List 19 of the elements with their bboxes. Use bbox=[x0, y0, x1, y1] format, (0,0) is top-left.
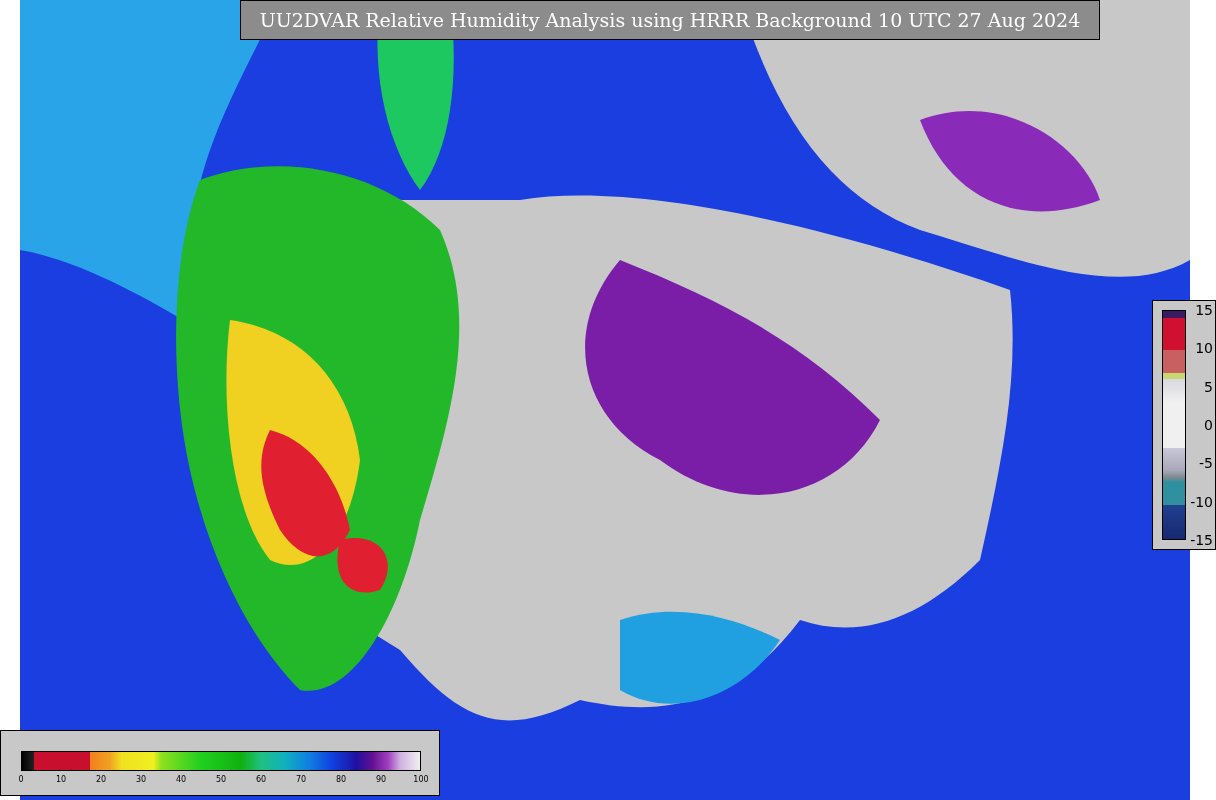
tick-label: 70 bbox=[295, 775, 307, 784]
tick-label: 100 bbox=[413, 775, 429, 784]
tick-label: 10 bbox=[55, 775, 67, 784]
tick-label: 40 bbox=[175, 775, 187, 784]
tick-label: 0 bbox=[1204, 417, 1213, 433]
tick-label: 10 bbox=[1195, 340, 1213, 357]
tick-label: -10 bbox=[1190, 493, 1213, 510]
tick-label: 80 bbox=[335, 775, 347, 784]
map-title: UU2DVAR Relative Humidity Analysis using HRRR Background 10 UTC 27 Aug 2024 bbox=[240, 0, 1100, 40]
tick-label: 60 bbox=[255, 775, 267, 784]
tick-label: 50 bbox=[215, 775, 227, 784]
tick-label: 15 bbox=[1195, 302, 1213, 318]
tick-label: 5 bbox=[1204, 378, 1213, 395]
tick-label: -15 bbox=[1190, 532, 1213, 548]
tick-label: 30 bbox=[135, 775, 147, 784]
tick-label: -5 bbox=[1199, 455, 1213, 472]
tick-label: 90 bbox=[375, 775, 387, 784]
tick-label: 20 bbox=[95, 775, 107, 784]
tick-label: 0 bbox=[18, 775, 24, 784]
